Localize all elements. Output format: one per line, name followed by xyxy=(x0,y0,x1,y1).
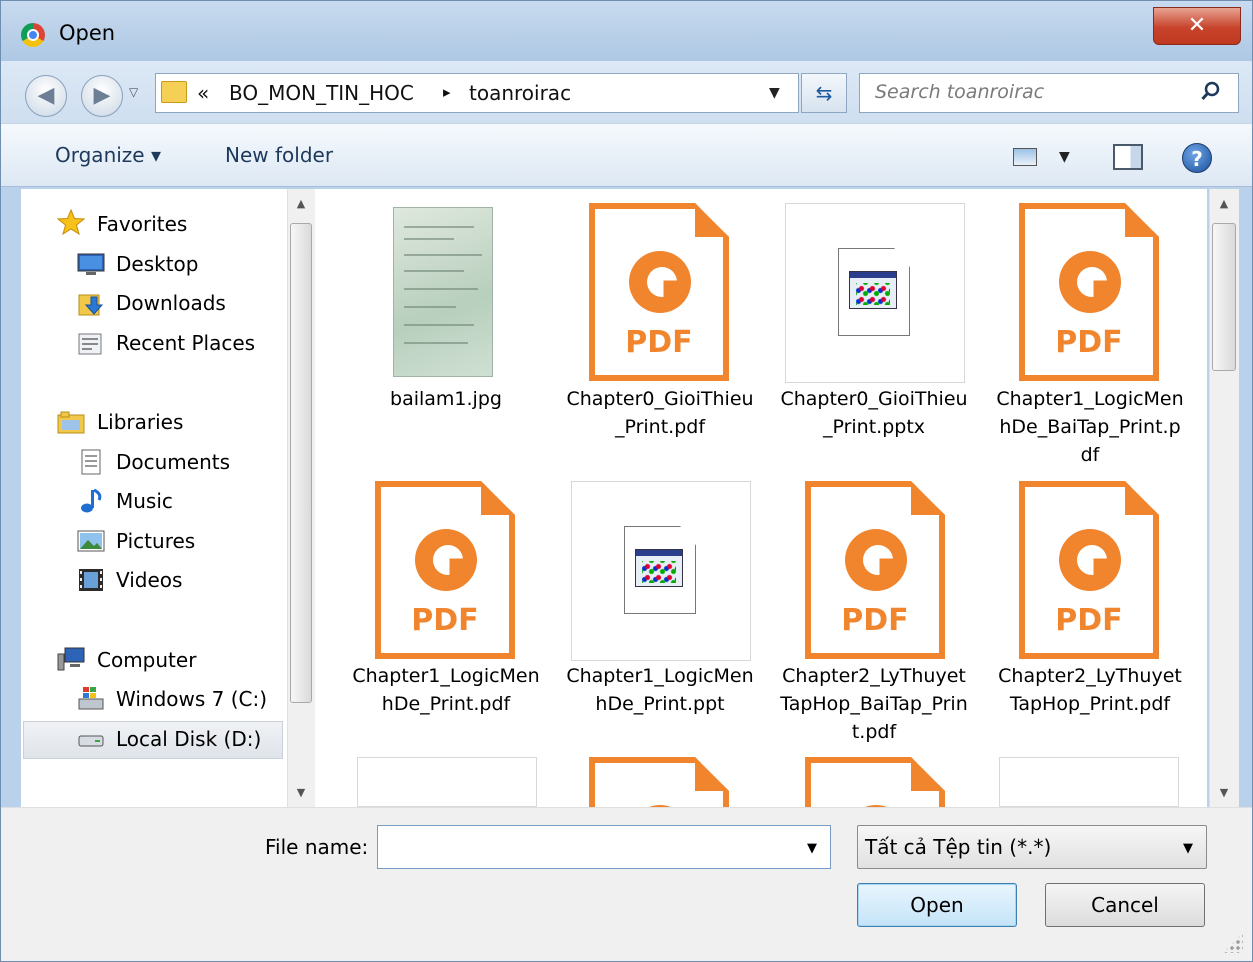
recent-locations-dropdown[interactable]: ▽ xyxy=(129,85,138,99)
nav-item-computer[interactable]: Computer xyxy=(97,648,196,672)
open-dialog-window: Open ✕ ◀ ▶ ▽ « BO_MON_TIN_HOC ▸ toanroir… xyxy=(0,0,1253,962)
nav-scroll-down-icon[interactable]: ▼ xyxy=(289,786,313,799)
pptx-file-tile[interactable] xyxy=(785,203,965,383)
presentation-file-icon xyxy=(838,248,910,336)
file-name-bailam1-jpg[interactable]: bailam1.jpg xyxy=(351,385,541,413)
pdf-file-icon[interactable] xyxy=(589,757,729,807)
file-scroll-down-icon[interactable]: ▼ xyxy=(1212,786,1236,799)
pictures-icon xyxy=(77,530,105,552)
recent-places-icon xyxy=(78,333,102,355)
videos-icon xyxy=(79,569,103,591)
libraries-icon xyxy=(57,411,85,434)
partial-file-tile[interactable] xyxy=(357,757,537,807)
breadcrumb-overflow[interactable]: « xyxy=(197,81,209,105)
help-icon[interactable]: ? xyxy=(1182,143,1212,173)
file-name-input[interactable] xyxy=(377,825,831,869)
file-scroll-thumb[interactable] xyxy=(1212,223,1236,371)
new-folder-button[interactable]: New folder xyxy=(225,143,333,167)
file-name-chapter1-baitap-pdf[interactable]: Chapter1_LogicMenhDe_BaiTap_Print.pdf xyxy=(995,385,1185,469)
drive-d-icon xyxy=(78,735,104,747)
file-name-chapter1-print-ppt[interactable]: Chapter1_LogicMenhDe_Print.ppt xyxy=(565,662,755,718)
cancel-button[interactable]: Cancel xyxy=(1045,883,1205,927)
pdf-file-icon[interactable] xyxy=(805,757,945,807)
presentation-file-icon xyxy=(624,526,696,614)
partial-file-tile[interactable] xyxy=(999,757,1179,807)
back-button[interactable]: ◀ xyxy=(25,75,67,117)
organize-button[interactable]: Organize ▾ xyxy=(55,143,161,167)
breadcrumb-toanroirac[interactable]: toanroirac xyxy=(469,81,571,105)
pdf-badge-label: PDF xyxy=(411,603,479,638)
pdf-file-icon[interactable]: PDF xyxy=(375,481,515,659)
search-placeholder[interactable]: Search toanroirac xyxy=(875,81,1044,103)
pdf-file-icon[interactable]: PDF xyxy=(1019,481,1159,659)
pdf-badge-label: PDF xyxy=(841,603,909,638)
nav-item-recent-places[interactable]: Recent Places xyxy=(116,331,255,355)
file-name-chapter0-pptx[interactable]: Chapter0_GioiThieu_Print.pptx xyxy=(779,385,969,441)
nav-item-documents[interactable]: Documents xyxy=(116,450,230,474)
file-type-dropdown-icon[interactable]: ▼ xyxy=(1183,841,1193,856)
open-button[interactable]: Open xyxy=(857,883,1017,927)
ppt-file-tile[interactable] xyxy=(571,481,751,661)
nav-item-favorites[interactable]: Favorites xyxy=(97,212,187,236)
nav-item-libraries[interactable]: Libraries xyxy=(97,410,183,434)
downloads-icon xyxy=(78,294,104,316)
file-name-chapter2-baitap-pdf[interactable]: Chapter2_LyThuyetTapHop_BaiTap_Print.pdf xyxy=(779,662,969,746)
desktop-icon xyxy=(77,253,105,275)
nav-item-downloads[interactable]: Downloads xyxy=(116,291,226,315)
pdf-badge-label: PDF xyxy=(1055,603,1123,638)
file-name-chapter2-print-pdf[interactable]: Chapter2_LyThuyetTapHop_Print.pdf xyxy=(995,662,1185,718)
folder-icon xyxy=(161,81,187,103)
change-view-icon[interactable] xyxy=(1013,148,1037,166)
nav-item-videos[interactable]: Videos xyxy=(116,568,182,592)
star-icon xyxy=(57,209,85,235)
documents-icon xyxy=(81,449,101,475)
back-arrow-icon: ◀ xyxy=(37,83,55,108)
nav-item-music[interactable]: Music xyxy=(116,489,173,513)
view-options-dropdown-icon[interactable]: ▼ xyxy=(1059,149,1070,165)
breadcrumb-bo-mon-tin-hoc[interactable]: BO_MON_TIN_HOC xyxy=(229,81,414,105)
forward-button[interactable]: ▶ xyxy=(81,75,123,117)
pdf-file-icon[interactable]: PDF xyxy=(589,203,729,381)
pdf-file-icon[interactable]: PDF xyxy=(1019,203,1159,381)
nav-item-local-disk-d[interactable]: Local Disk (D:) xyxy=(116,727,261,751)
nav-item-pictures[interactable]: Pictures xyxy=(116,529,195,553)
refresh-icon: ⇆ xyxy=(815,81,833,105)
close-button[interactable]: ✕ xyxy=(1153,7,1241,45)
music-icon xyxy=(81,488,102,513)
title-bar xyxy=(1,1,1252,61)
file-name-dropdown-icon[interactable]: ▼ xyxy=(807,841,817,856)
refresh-button[interactable]: ⇆ xyxy=(801,73,847,113)
pdf-badge-label: PDF xyxy=(1055,325,1123,360)
file-scroll-up-icon[interactable]: ▲ xyxy=(1212,197,1236,210)
drive-c-icon xyxy=(78,687,104,710)
nav-item-desktop[interactable]: Desktop xyxy=(116,252,198,276)
file-name-label: File name: xyxy=(265,835,369,859)
file-name-chapter0-pdf[interactable]: Chapter0_GioiThieu_Print.pdf xyxy=(565,385,755,441)
nav-scroll-thumb[interactable] xyxy=(290,223,312,703)
forward-arrow-icon: ▶ xyxy=(93,83,111,108)
pdf-badge-label: PDF xyxy=(625,325,693,360)
window-title: Open xyxy=(59,21,116,45)
preview-pane-icon[interactable] xyxy=(1113,144,1143,170)
file-thumbnail-bailam1[interactable] xyxy=(393,207,493,377)
file-type-filter-value[interactable]: Tất cả Tệp tin (*.*) xyxy=(865,835,1051,859)
search-icon[interactable] xyxy=(1201,81,1221,101)
breadcrumb-separator-icon[interactable]: ▸ xyxy=(443,83,451,101)
nav-item-windows-7-c[interactable]: Windows 7 (C:) xyxy=(116,687,267,711)
address-dropdown-icon[interactable]: ▼ xyxy=(769,85,780,101)
chrome-icon xyxy=(21,23,45,47)
computer-icon xyxy=(57,647,85,671)
pdf-file-icon[interactable]: PDF xyxy=(805,481,945,659)
file-name-chapter1-print-pdf[interactable]: Chapter1_LogicMenhDe_Print.pdf xyxy=(351,662,541,718)
nav-scroll-up-icon[interactable]: ▲ xyxy=(289,197,313,210)
